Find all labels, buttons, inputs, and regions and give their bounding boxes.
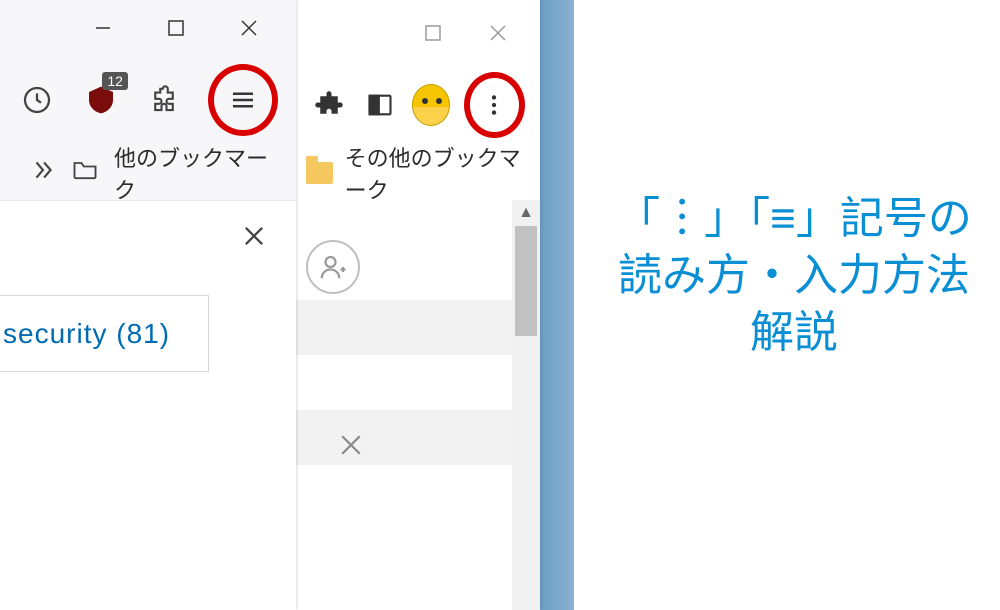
extensions-puzzle-icon[interactable] <box>311 85 347 125</box>
list-row <box>296 410 540 465</box>
left-browser-window: 12 他のブックマーク security (81) <box>0 0 296 610</box>
category-tab-label: security (81) <box>3 318 170 350</box>
scroll-up-arrow[interactable]: ▲ <box>512 200 540 226</box>
folder-outline-icon <box>71 156 99 190</box>
close-icon[interactable] <box>336 430 366 465</box>
hamburger-menu-icon[interactable] <box>223 80 263 120</box>
other-bookmarks-label-2[interactable]: その他のブックマーク <box>345 141 540 205</box>
scroll-thumb[interactable] <box>515 226 537 336</box>
window-titlebar <box>0 0 296 55</box>
close-button[interactable] <box>221 8 276 48</box>
list-row <box>296 300 540 355</box>
scrollbar[interactable]: ▲ <box>512 200 540 610</box>
title-line1: 「︙」「≡」記号の <box>594 190 994 247</box>
kebab-highlight <box>464 72 525 138</box>
ublock-icon[interactable]: 12 <box>81 80 119 120</box>
hamburger-highlight <box>208 64 278 136</box>
title-line3: 解説 <box>594 304 994 361</box>
folder-icon <box>306 162 333 184</box>
sidepanel-icon[interactable] <box>361 85 397 125</box>
extensions-icon[interactable] <box>145 80 183 120</box>
add-user-icon[interactable] <box>306 240 360 294</box>
title-line2: 読み方・入力方法 <box>594 247 994 304</box>
right-browser-window: その他のブックマーク ▲ <box>296 0 540 610</box>
maximize-button[interactable] <box>148 8 203 48</box>
profile-avatar[interactable] <box>412 84 450 126</box>
maximize-button-2[interactable] <box>405 13 460 53</box>
page-body: ▲ <box>296 200 540 610</box>
vertical-blue-divider <box>540 0 574 610</box>
bookmarks-bar-2: その他のブックマーク <box>296 145 540 200</box>
extension-badge: 12 <box>102 72 128 90</box>
chevron-right-double-icon[interactable] <box>30 157 56 189</box>
kebab-menu-icon[interactable] <box>474 85 514 125</box>
toolbar: 12 <box>0 55 296 145</box>
category-tab[interactable]: security (81) <box>0 295 209 372</box>
close-icon[interactable] <box>240 222 268 255</box>
close-button-2[interactable] <box>470 13 525 53</box>
toolbar-2 <box>296 65 540 145</box>
window-titlebar-2 <box>296 0 540 65</box>
history-icon[interactable] <box>18 80 56 120</box>
title-text: 「︙」「≡」記号の 読み方・入力方法 解説 <box>594 190 994 362</box>
search-close-row <box>0 201 296 275</box>
minimize-button[interactable] <box>75 8 130 48</box>
other-bookmarks-label[interactable]: 他のブックマーク <box>114 141 281 205</box>
bookmarks-bar: 他のブックマーク <box>0 145 296 201</box>
